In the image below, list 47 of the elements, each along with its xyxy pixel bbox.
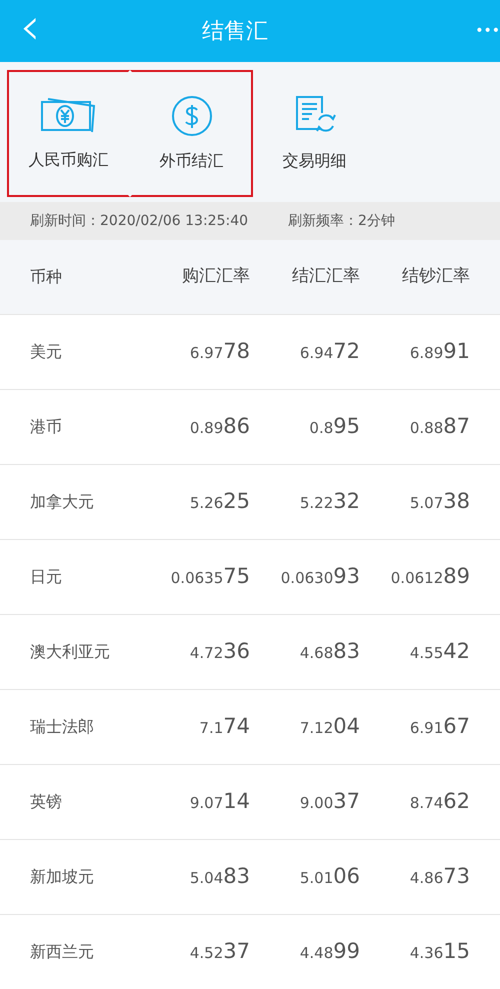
rate-cell-text: 0.8986 bbox=[188, 413, 250, 440]
rate-cell-text: 7.1204 bbox=[298, 713, 360, 740]
rate-cell-text: 6.8991 bbox=[408, 338, 470, 366]
rate-cell-text: 0.061289 bbox=[390, 563, 470, 590]
rate-cell-text: 4.5542 bbox=[408, 638, 470, 666]
rate-cell-text: 5.0483 bbox=[188, 863, 250, 890]
dollar-icon bbox=[170, 94, 212, 136]
page-title: 结售汇 bbox=[202, 18, 268, 46]
currency-name: 加拿大元 bbox=[29, 491, 95, 513]
rate-cell-text: 4.4899 bbox=[298, 938, 360, 966]
rate-cell-text: 4.5237 bbox=[188, 938, 250, 966]
rate-cell-text: 9.0037 bbox=[298, 788, 360, 816]
currency-name: 英镑 bbox=[29, 791, 63, 813]
rate-cell-text: 6.9167 bbox=[408, 713, 470, 740]
column-header: 购汇汇率 bbox=[181, 265, 250, 288]
rate-cell-text: 5.2232 bbox=[298, 488, 360, 516]
rate-cell-text: 5.2625 bbox=[188, 488, 250, 516]
rate-cell-text: 9.07 14 bbox=[188, 788, 250, 816]
currency-name: 美元 bbox=[29, 341, 63, 363]
currency-name: 新西兰元 bbox=[29, 941, 95, 963]
currency-name: 澳大利亚元 bbox=[29, 641, 111, 663]
rate-cell-text: 6.9472 bbox=[298, 338, 360, 366]
rate-cell-text: 0.8887 bbox=[408, 413, 470, 440]
rate-cell-text: 4.8673 bbox=[408, 863, 470, 890]
rate-cell-text: 4.6883 bbox=[298, 638, 360, 666]
rate-cell-text: 0.063093 bbox=[280, 563, 360, 590]
action-button[interactable]: 人民币购汇 bbox=[7, 70, 130, 197]
rate-cell-text: 0.895 bbox=[308, 413, 360, 440]
currency-name: 瑞士法郎 bbox=[29, 716, 95, 738]
column-header: 币种 bbox=[29, 266, 63, 288]
currency-name: 日元 bbox=[29, 566, 63, 588]
rate-cell-text: 8.7462 bbox=[408, 788, 470, 816]
rate-cell-text: 5.0738 bbox=[408, 488, 470, 516]
column-header: 结钞汇率 bbox=[401, 265, 470, 288]
rate-cell-text: 4.7236 bbox=[188, 638, 250, 666]
rate-cell-text: 0.063575 bbox=[170, 563, 250, 590]
rate-cell-text: 7.174 bbox=[198, 713, 250, 740]
currency-name: 港币 bbox=[29, 416, 63, 438]
refresh-frequency: 刷新频率：2分钟 bbox=[288, 212, 395, 230]
rate-cell-text: 6.9778 bbox=[188, 338, 250, 366]
column-header: 结汇汇率 bbox=[291, 265, 360, 288]
action-button[interactable]: 外币结汇 bbox=[130, 70, 253, 197]
rate-cell-text: 5.0106 bbox=[298, 863, 360, 890]
refresh-time: 刷新时间：2020/02/06 13:25:40 bbox=[30, 212, 248, 230]
rate-cell-text: 4.3615 bbox=[408, 938, 470, 966]
currency-name: 新加坡元 bbox=[29, 866, 95, 888]
action-button[interactable]: 交易明细 bbox=[253, 70, 376, 197]
